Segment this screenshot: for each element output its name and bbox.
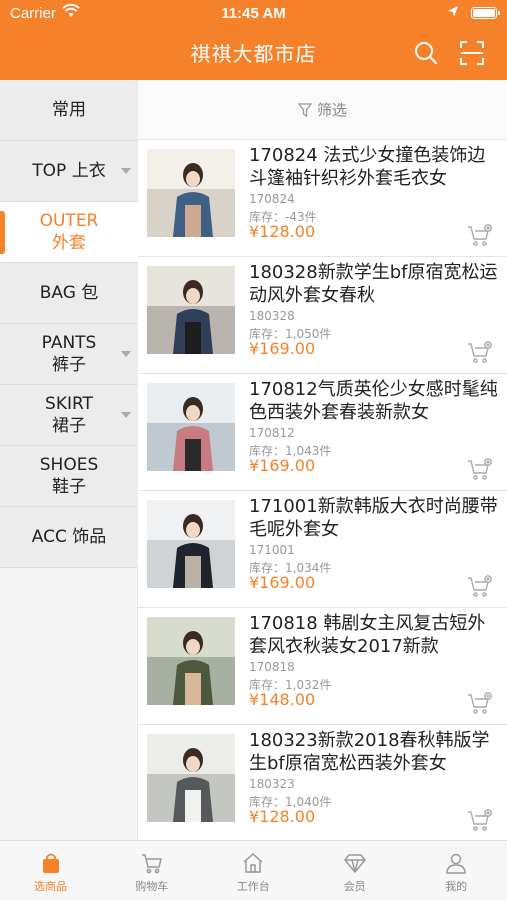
- product-image[interactable]: [147, 500, 235, 588]
- add-to-cart-icon[interactable]: [467, 458, 493, 482]
- tab-label: 我的: [445, 880, 468, 893]
- product-item[interactable]: 170824 法式少女撞色装饰边斗篷袖针织衫外套毛衣女 170824 库存：-43件…: [138, 140, 507, 257]
- tab-item[interactable]: 会员: [304, 841, 405, 901]
- product-name: 170824 法式少女撞色装饰边斗篷袖针织衫外套毛衣女: [249, 145, 486, 189]
- product-code: 180323: [249, 777, 295, 791]
- app-header: Carrier 11:45 AM 祺祺大都市店: [0, 0, 507, 80]
- sidebar-item-label: TOP 上衣: [32, 161, 106, 181]
- scan-icon[interactable]: [459, 40, 485, 66]
- sidebar-item[interactable]: PANTS 裤子: [0, 324, 138, 385]
- add-to-cart-icon[interactable]: [467, 809, 493, 833]
- filter-label: 筛选: [316, 101, 347, 119]
- product-item[interactable]: 170812气质英伦少女感时髦纯色西装外套春装新款女 170812 库存：1,043…: [138, 374, 507, 491]
- product-price: ¥148.00: [249, 690, 316, 709]
- product-item[interactable]: 180323新款2018春秋韩版学生bf原宿宽松西装外套女 180323 库存：1,…: [138, 725, 507, 840]
- category-sidebar: 常用 TOP 上衣 OUTER 外套 BAG 包 PANTS 裤子 SKIRT 裙子 SHO…: [0, 80, 138, 840]
- location-icon: [447, 5, 459, 23]
- sidebar-item[interactable]: SHOES 鞋子: [0, 446, 138, 507]
- product-item[interactable]: 180328新款学生bf原宿宽松运动风外套女春秋 180328 库存：1,050件 ¥…: [138, 257, 507, 374]
- product-name: 170812气质英伦少女感时髦纯色西装外套春装新款女: [249, 379, 498, 423]
- sidebar-item[interactable]: BAG 包: [0, 263, 138, 324]
- battery-icon: [471, 7, 500, 19]
- sidebar-item[interactable]: OUTER 外套: [0, 202, 138, 263]
- tab-item[interactable]: 工作台: [203, 841, 304, 901]
- product-item[interactable]: 171001新款韩版大衣时尚腰带毛呢外套女 171001 库存：1,034件 ¥169…: [138, 491, 507, 608]
- sidebar-item[interactable]: 常用: [0, 80, 138, 141]
- product-name: 180328新款学生bf原宿宽松运动风外套女春秋: [249, 262, 498, 306]
- product-image[interactable]: [147, 149, 235, 237]
- add-to-cart-icon[interactable]: [467, 575, 493, 599]
- clock: 11:45 AM: [221, 5, 286, 22]
- product-price: ¥128.00: [249, 807, 316, 826]
- product-code: 170812: [249, 426, 295, 440]
- person-icon: [406, 851, 507, 875]
- status-bar: Carrier 11:45 AM: [0, 0, 507, 28]
- product-price: ¥128.00: [249, 222, 316, 241]
- product-list[interactable]: 170824 法式少女撞色装饰边斗篷袖针织衫外套毛衣女 170824 库存：-43件…: [138, 140, 507, 840]
- diamond-icon: [304, 851, 405, 875]
- product-code: 170818: [249, 660, 295, 674]
- chevron-down-icon: [121, 412, 131, 418]
- tab-label: 会员: [343, 880, 366, 893]
- sidebar-item[interactable]: SKIRT 裙子: [0, 385, 138, 446]
- sidebar-item-label: ACC 饰品: [31, 527, 107, 547]
- home-icon: [203, 851, 304, 875]
- product-image[interactable]: [147, 383, 235, 471]
- active-indicator: [0, 211, 5, 254]
- product-name: 180323新款2018春秋韩版学生bf原宿宽松西装外套女: [249, 730, 490, 774]
- product-price: ¥169.00: [249, 573, 316, 592]
- add-to-cart-icon[interactable]: [467, 341, 493, 365]
- cart-icon: [101, 851, 202, 875]
- tab-label: 选商品: [34, 880, 67, 893]
- tab-bar: 选商品 购物车 工作台 会员 我的: [0, 840, 507, 900]
- sidebar-item-label: 常用: [52, 100, 86, 120]
- product-image[interactable]: [147, 266, 235, 354]
- filter-icon: [297, 102, 312, 117]
- product-code: 180328: [249, 309, 295, 323]
- product-code: 171001: [249, 543, 295, 557]
- product-name: 170818 韩剧女主风复古短外套风衣秋装女2017新款: [249, 613, 486, 657]
- chevron-down-icon: [121, 351, 131, 357]
- product-code: 170824: [249, 192, 295, 206]
- product-image[interactable]: [147, 617, 235, 705]
- sidebar-item[interactable]: TOP 上衣: [0, 141, 138, 202]
- filter-button[interactable]: 筛选: [138, 80, 507, 140]
- product-item[interactable]: 170818 韩剧女主风复古短外套风衣秋装女2017新款 170818 库存：1,0…: [138, 608, 507, 725]
- add-to-cart-icon[interactable]: [467, 224, 493, 248]
- sidebar-item-label: SKIRT 裙子: [45, 394, 93, 436]
- tab-label: 工作台: [236, 880, 270, 893]
- product-price: ¥169.00: [249, 456, 316, 475]
- tab-item[interactable]: 购物车: [101, 841, 202, 901]
- sidebar-item[interactable]: ACC 饰品: [0, 507, 138, 568]
- tab-label: 购物车: [135, 880, 169, 893]
- product-image[interactable]: [147, 734, 235, 822]
- tab-item[interactable]: 我的: [406, 841, 507, 901]
- tab-item[interactable]: 选商品: [0, 841, 101, 901]
- sidebar-item-label: SHOES 鞋子: [39, 455, 99, 497]
- add-to-cart-icon[interactable]: [467, 692, 493, 716]
- sidebar-item-label: OUTER 外套: [39, 211, 99, 253]
- bag-icon: [0, 851, 101, 875]
- search-icon[interactable]: [413, 40, 439, 66]
- product-price: ¥169.00: [249, 339, 316, 358]
- sidebar-item-label: PANTS 裤子: [41, 333, 97, 375]
- sidebar-item-label: BAG 包: [39, 283, 99, 303]
- product-name: 171001新款韩版大衣时尚腰带毛呢外套女: [249, 496, 498, 540]
- chevron-down-icon: [121, 168, 131, 174]
